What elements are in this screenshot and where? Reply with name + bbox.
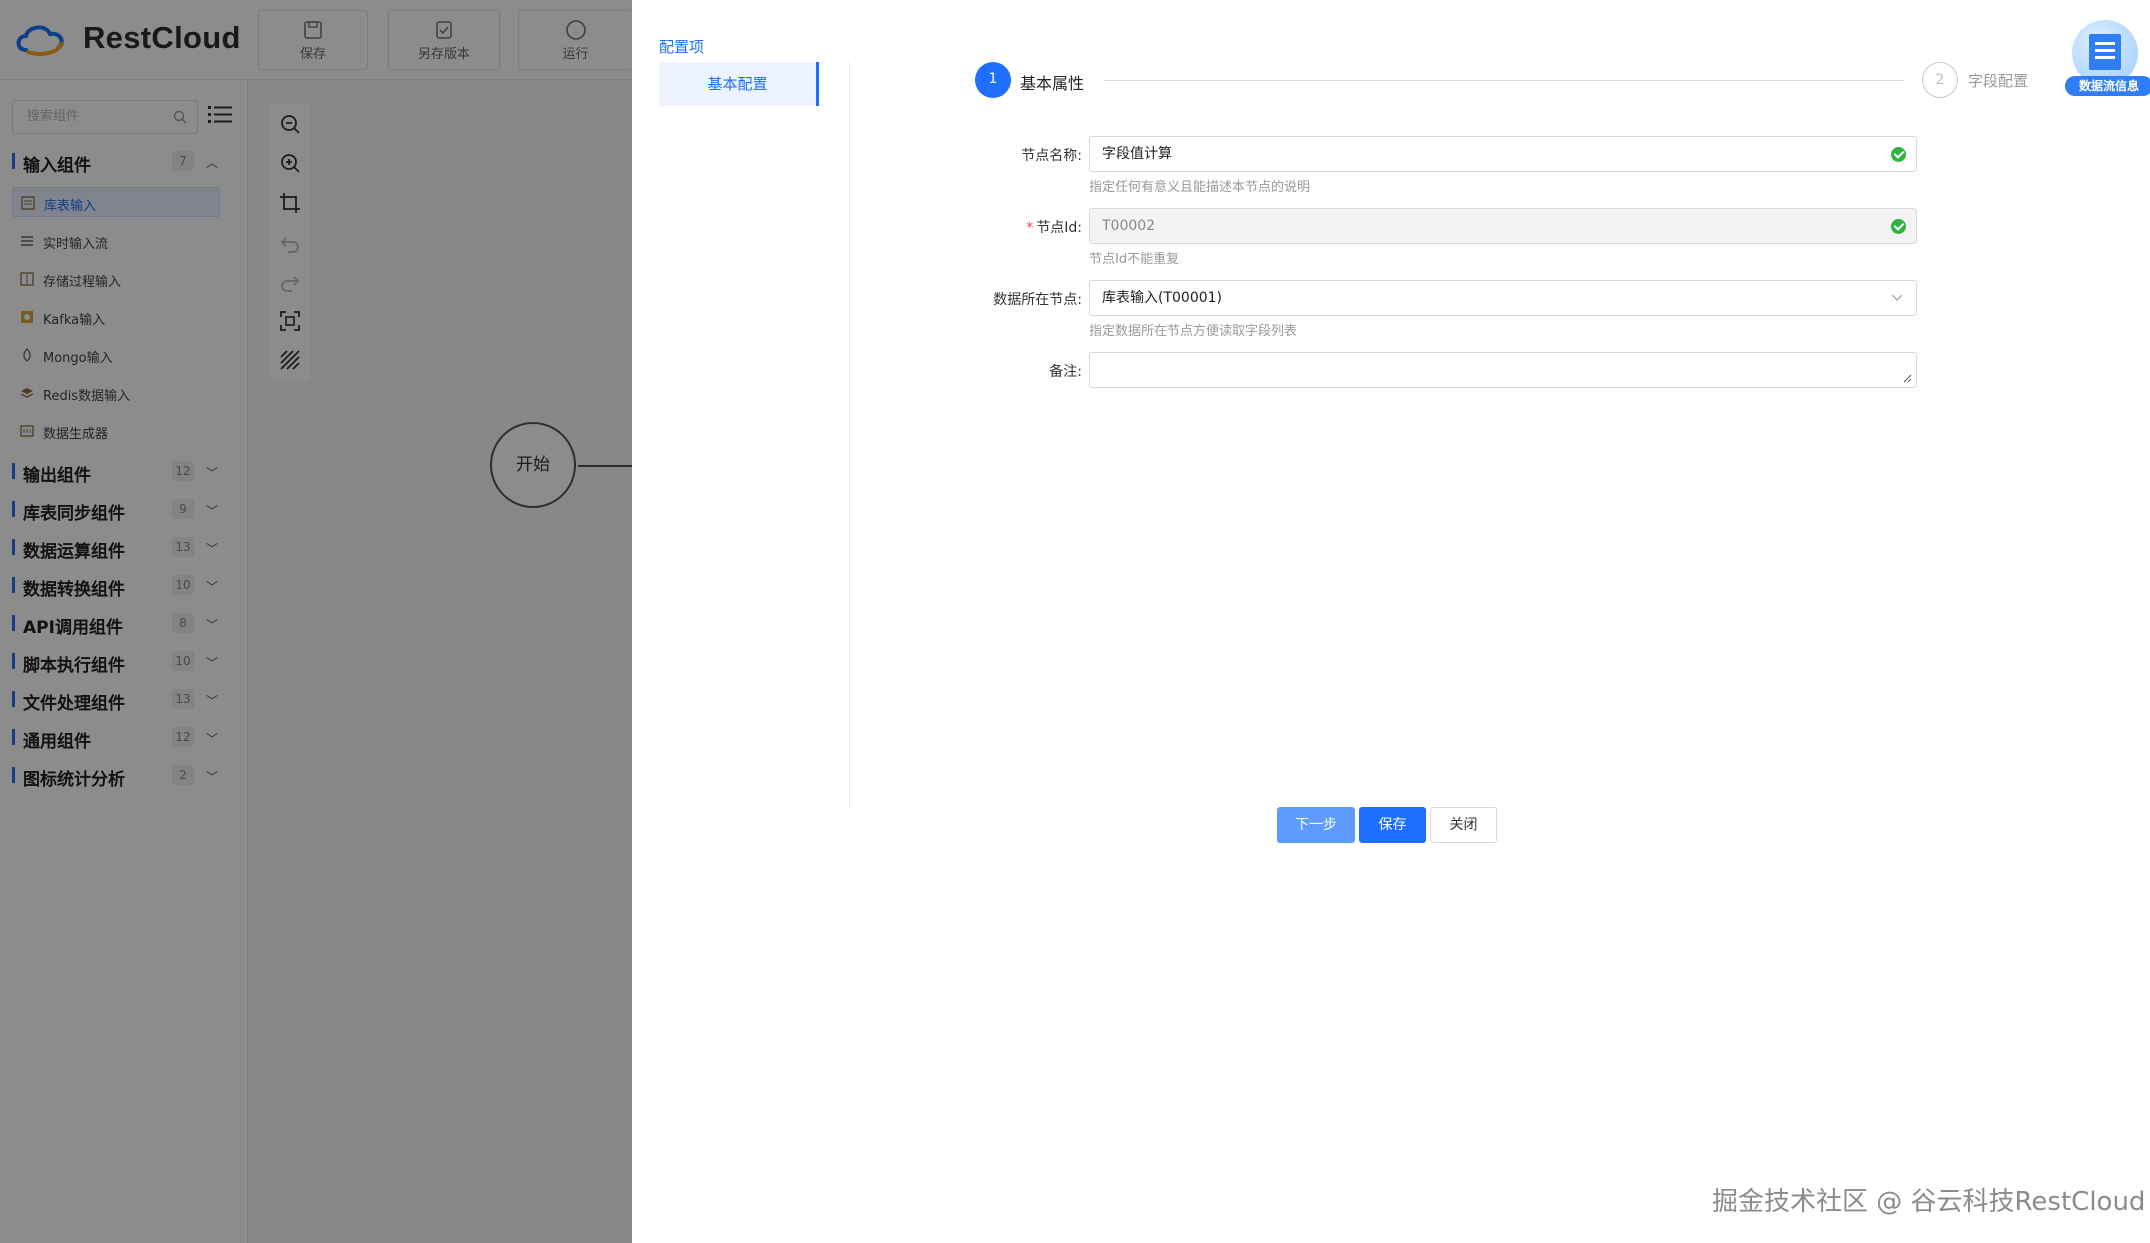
step-1-label[interactable]: 基本属性 bbox=[1020, 70, 1084, 94]
node-name-hint: 指定任何有意义且能描述本节点的说明 bbox=[1089, 180, 1311, 195]
step-2-label[interactable]: 字段配置 bbox=[1968, 70, 2028, 91]
dataflow-info-button[interactable]: 数据流信息 bbox=[2065, 20, 2150, 98]
node-id-label: * 节点Id: bbox=[902, 217, 1082, 237]
config-section-title: 配置项 bbox=[659, 38, 705, 56]
remark-label: 备注: bbox=[1049, 364, 1082, 380]
watermark: 掘金技术社区 @ 谷云科技RestCloud bbox=[1712, 1187, 2146, 1217]
close-button[interactable]: 关闭 bbox=[1430, 807, 1497, 843]
config-menu-basic[interactable]: 基本配置 bbox=[659, 62, 819, 106]
node-name-label: 节点名称: bbox=[1021, 148, 1082, 164]
step-2-indicator[interactable]: 2 bbox=[1922, 62, 1958, 98]
next-step-button[interactable]: 下一步 bbox=[1277, 807, 1355, 843]
config-divider bbox=[849, 62, 850, 808]
data-node-hint: 指定数据所在节点方便读取字段列表 bbox=[1089, 324, 1298, 339]
data-node-label: 数据所在节点: bbox=[993, 292, 1082, 308]
step-1-indicator[interactable]: 1 bbox=[975, 62, 1011, 98]
node-config-drawer: 配置项 基本配置 1 基本属性 2 字段配置 节点名称: 字段值计算 指定任何有… bbox=[632, 0, 2150, 1243]
node-id-input[interactable]: T00002 bbox=[1089, 208, 1917, 244]
background-app: RestCloud 保存 另存版本 运行 搜索组件 输入组件 7 ︿ 库表输入 … bbox=[0, 0, 632, 1243]
required-mark: * bbox=[1026, 220, 1034, 236]
node-name-input[interactable]: 字段值计算 bbox=[1089, 136, 1917, 172]
document-icon bbox=[2089, 34, 2121, 70]
node-id-value: T00002 bbox=[1102, 218, 1156, 234]
check-circle-icon bbox=[1891, 147, 1906, 162]
node-name-value: 字段值计算 bbox=[1102, 146, 1172, 162]
save-button[interactable]: 保存 bbox=[1359, 807, 1426, 843]
check-circle-icon bbox=[1891, 219, 1906, 234]
node-id-label-text: 节点Id: bbox=[1036, 220, 1082, 236]
data-node-select[interactable]: 库表输入(T00001) bbox=[1089, 280, 1917, 316]
modal-overlay[interactable] bbox=[0, 0, 632, 1243]
remark-textarea[interactable] bbox=[1089, 352, 1917, 388]
resize-handle-icon[interactable] bbox=[1902, 373, 1912, 383]
dataflow-info-label: 数据流信息 bbox=[2065, 76, 2150, 96]
step-connector bbox=[1104, 80, 1904, 81]
data-node-value: 库表输入(T00001) bbox=[1102, 290, 1223, 306]
node-id-hint: 节点Id不能重复 bbox=[1089, 252, 1180, 267]
chevron-down-icon bbox=[1891, 294, 1903, 301]
